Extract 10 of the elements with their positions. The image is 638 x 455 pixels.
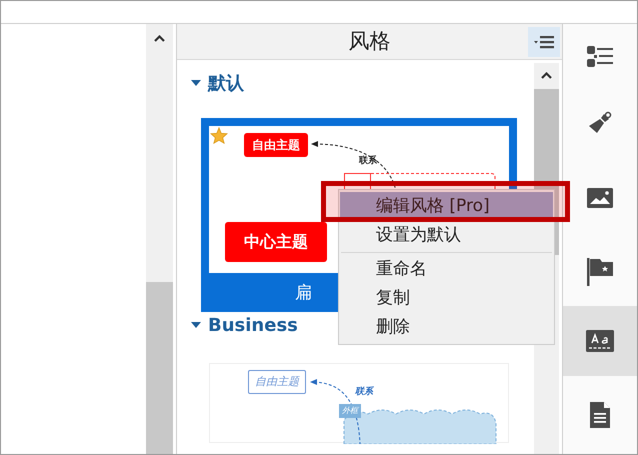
relation-label: 联系 (359, 155, 377, 168)
tag-label: 外框 (342, 405, 358, 417)
node-label: 自由主题 (255, 374, 299, 390)
node-label: 中心主题 (244, 231, 308, 253)
group-title: 默认 (208, 72, 244, 96)
card-caption: 扁 (295, 282, 312, 305)
node-label: 自由主题 (252, 137, 300, 154)
group-title: Business (208, 314, 298, 338)
panel-title: 风格 (348, 28, 390, 55)
relation-label: 联系 (355, 386, 373, 399)
